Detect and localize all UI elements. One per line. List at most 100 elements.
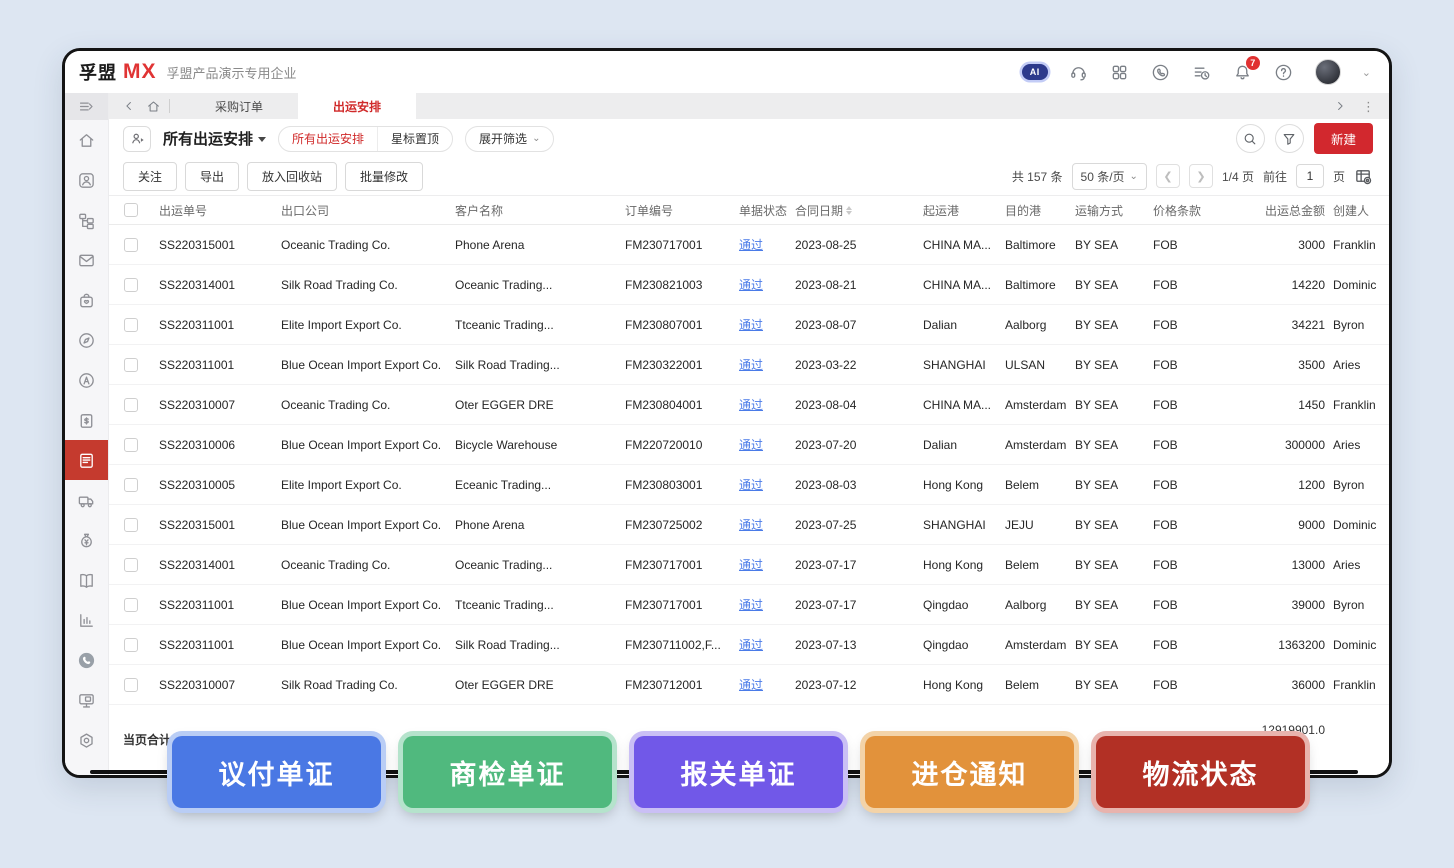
cell-4[interactable]: 通过 [739, 436, 795, 453]
page-size-select[interactable]: 50 条/页 ⌄ [1072, 163, 1147, 190]
flow-button-4[interactable]: 物流状态 [1096, 736, 1305, 808]
back-chevron-icon[interactable] [121, 98, 137, 114]
table-row[interactable]: SS220315001Oceanic Trading Co.Phone Aren… [109, 225, 1389, 265]
funnel-filter-icon[interactable] [1275, 124, 1304, 153]
row-checkbox[interactable] [124, 518, 138, 532]
col-header-5[interactable]: 合同日期 [795, 202, 923, 219]
sort-icon[interactable] [846, 206, 852, 215]
table-row[interactable]: SS220310007Silk Road Trading Co.Oter EGG… [109, 665, 1389, 705]
select-all-checkbox[interactable] [124, 203, 138, 217]
col-header-2[interactable]: 客户名称 [455, 202, 625, 219]
sidebar-item-contacts[interactable] [65, 160, 108, 200]
cell-4[interactable]: 通过 [739, 516, 795, 533]
sidebar-item-compass[interactable] [65, 320, 108, 360]
next-page-button[interactable]: ❯ [1189, 164, 1213, 188]
col-header-11[interactable]: 创建人 [1333, 202, 1389, 219]
ai-assistant-icon[interactable]: AI [1022, 64, 1048, 80]
chevron-down-icon[interactable]: ⌄ [1362, 66, 1371, 79]
filter-starred-pinned[interactable]: 星标置顶 [377, 127, 452, 151]
cell-4[interactable]: 通过 [739, 276, 795, 293]
table-settings-icon[interactable] [1354, 167, 1373, 186]
search-icon[interactable] [1236, 124, 1265, 153]
bell-icon[interactable]: 7 [1233, 62, 1253, 82]
sidebar-item-finance[interactable] [65, 520, 108, 560]
row-checkbox[interactable] [124, 638, 138, 652]
apps-grid-icon[interactable] [1110, 62, 1130, 82]
avatar[interactable] [1315, 59, 1341, 85]
forward-chevron-icon[interactable] [1332, 98, 1348, 114]
sidebar-item-org-chart[interactable] [65, 200, 108, 240]
col-header-7[interactable]: 目的港 [1005, 202, 1075, 219]
sidebar-item-marketing[interactable] [65, 360, 108, 400]
row-checkbox[interactable] [124, 238, 138, 252]
row-checkbox[interactable] [124, 678, 138, 692]
table-row[interactable]: SS220311001Elite Import Export Co.Ttcean… [109, 305, 1389, 345]
col-header-4[interactable]: 单据状态 [739, 202, 795, 219]
flow-button-1[interactable]: 商检单证 [403, 736, 612, 808]
sidebar-item-whatsapp[interactable] [65, 640, 108, 680]
sidebar-item-reports[interactable] [65, 600, 108, 640]
row-checkbox[interactable] [124, 438, 138, 452]
cell-4[interactable]: 通过 [739, 636, 795, 653]
row-checkbox[interactable] [124, 358, 138, 372]
table-row[interactable]: SS220314001Silk Road Trading Co.Oceanic … [109, 265, 1389, 305]
cell-4[interactable]: 通过 [739, 396, 795, 413]
cell-4[interactable]: 通过 [739, 356, 795, 373]
help-icon[interactable] [1274, 62, 1294, 82]
tab-1[interactable]: 出运安排 [298, 93, 416, 119]
sidebar-item-logistics[interactable] [65, 480, 108, 520]
row-checkbox[interactable] [124, 398, 138, 412]
row-checkbox[interactable] [124, 558, 138, 572]
table-row[interactable]: SS220311001Blue Ocean Import Export Co.S… [109, 625, 1389, 665]
toolbar-button-2[interactable]: 放入回收站 [247, 162, 337, 191]
sidebar-item-home[interactable] [65, 120, 108, 160]
col-header-3[interactable]: 订单编号 [625, 202, 739, 219]
new-button[interactable]: 新建 [1314, 123, 1373, 154]
col-header-1[interactable]: 出口公司 [281, 202, 455, 219]
table-row[interactable]: SS220311001Blue Ocean Import Export Co.T… [109, 585, 1389, 625]
row-checkbox[interactable] [124, 318, 138, 332]
task-list-icon[interactable] [1192, 62, 1212, 82]
sidebar-item-collapse[interactable] [65, 93, 108, 120]
flow-button-0[interactable]: 议付单证 [172, 736, 381, 808]
sidebar-item-ledger[interactable] [65, 560, 108, 600]
flow-button-2[interactable]: 报关单证 [634, 736, 843, 808]
row-checkbox[interactable] [124, 598, 138, 612]
cell-4[interactable]: 通过 [739, 596, 795, 613]
toolbar-button-0[interactable]: 关注 [123, 162, 177, 191]
cell-4[interactable]: 通过 [739, 236, 795, 253]
table-row[interactable]: SS220310005Elite Import Export Co.Eceani… [109, 465, 1389, 505]
toolbar-button-1[interactable]: 导出 [185, 162, 239, 191]
col-header-0[interactable]: 出运单号 [159, 202, 281, 219]
row-checkbox[interactable] [124, 478, 138, 492]
expand-filter-button[interactable]: 展开筛选 ⌄ [465, 126, 554, 152]
sidebar-item-orders[interactable] [65, 400, 108, 440]
tab-0[interactable]: 采购订单 [180, 93, 298, 119]
col-header-8[interactable]: 运输方式 [1075, 202, 1153, 219]
cell-4[interactable]: 通过 [739, 556, 795, 573]
sidebar-item-mail[interactable] [65, 240, 108, 280]
toolbar-button-3[interactable]: 批量修改 [345, 162, 423, 191]
row-checkbox[interactable] [124, 278, 138, 292]
cell-4[interactable]: 通过 [739, 676, 795, 693]
sidebar-item-monitor[interactable] [65, 680, 108, 720]
table-row[interactable]: SS220314001Oceanic Trading Co.Oceanic Tr… [109, 545, 1389, 585]
table-row[interactable]: SS220311001Blue Ocean Import Export Co.S… [109, 345, 1389, 385]
table-row[interactable]: SS220310007Oceanic Trading Co.Oter EGGER… [109, 385, 1389, 425]
owner-filter-icon[interactable] [123, 126, 151, 152]
cell-4[interactable]: 通过 [739, 476, 795, 493]
home-tab-icon[interactable] [145, 98, 161, 114]
sidebar-item-shipping-docs[interactable] [65, 440, 108, 480]
view-selector[interactable]: 所有出运安排 [163, 128, 266, 149]
col-header-9[interactable]: 价格条款 [1153, 202, 1233, 219]
table-row[interactable]: SS220310006Blue Ocean Import Export Co.B… [109, 425, 1389, 465]
col-header-6[interactable]: 起运港 [923, 202, 1005, 219]
filter-all-shipments[interactable]: 所有出运安排 [279, 127, 377, 151]
headset-icon[interactable] [1069, 62, 1089, 82]
sidebar-item-settings[interactable] [65, 720, 108, 760]
col-header-10[interactable]: 出运总金额 [1233, 202, 1333, 219]
cell-4[interactable]: 通过 [739, 316, 795, 333]
flow-button-3[interactable]: 进仓通知 [865, 736, 1074, 808]
prev-page-button[interactable]: ❮ [1156, 164, 1180, 188]
table-row[interactable]: SS220315001Blue Ocean Import Export Co.P… [109, 505, 1389, 545]
